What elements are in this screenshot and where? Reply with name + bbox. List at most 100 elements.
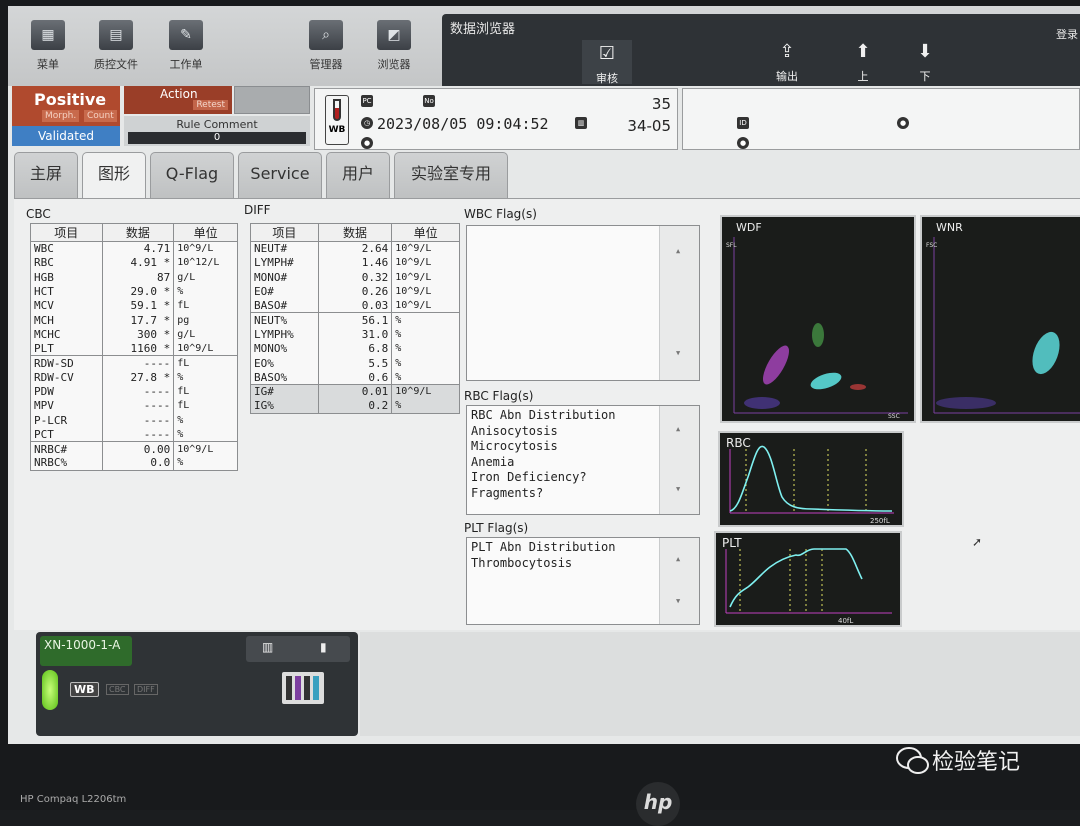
validated-badge: Validated — [12, 126, 120, 146]
scroll-up-icon[interactable]: ▲ — [676, 244, 680, 260]
wnr-label: WNR — [936, 221, 963, 234]
diff-unit: % — [391, 398, 460, 414]
worklist-button[interactable]: ✎ 工作单 — [156, 20, 216, 72]
cbc-value: 27.8 * — [101, 370, 175, 385]
cbc-value-text: ---- — [143, 356, 171, 370]
cbc-value-text: 17.7 — [130, 313, 157, 327]
sample-datetime: 2023/08/05 09:04:52 — [377, 115, 549, 133]
rule-comment-box[interactable]: Rule Comment 0 — [124, 116, 310, 146]
wnr-scattergram[interactable]: WNR FSC — [920, 215, 1080, 423]
toolbar: ▦ 菜单 ▤ 质控文件 ✎ 工作单 ⌕ 管理器 ◩ 浏览器 数据浏览器 登录 ☑… — [8, 6, 1080, 86]
cbc-unit: fL — [173, 398, 238, 414]
diff-item: EO# — [250, 284, 319, 299]
rack-icon: ▥ — [575, 117, 587, 129]
cbc-row: PLT 1160 * 10^9/L — [30, 341, 238, 356]
morph-badge: Morph. — [42, 110, 80, 122]
login-button[interactable]: 登录 — [1056, 26, 1078, 42]
rbc-histogram[interactable]: RBC 250fL — [718, 431, 904, 527]
cbc-value: 17.7 * — [101, 312, 175, 328]
flag-item: Thrombocytosis — [471, 555, 573, 570]
tab-lab-only[interactable]: 实验室专用 — [394, 152, 508, 198]
rbc-hist-label: RBC — [726, 436, 751, 450]
tab-graph[interactable]: 图形 — [82, 152, 146, 198]
cbc-value-text: ---- — [143, 385, 171, 399]
diff-value: 1.46 — [317, 255, 393, 271]
wdf-scattergram[interactable]: WDF SSC SFL — [720, 215, 916, 423]
cbc-value: ---- — [101, 355, 175, 371]
cbc-item: MPV — [30, 398, 103, 414]
review-button[interactable]: ☑ 审核 — [582, 40, 632, 85]
rack-icon[interactable]: ▥ — [262, 640, 273, 654]
mode-cbc-badge: CBC — [106, 684, 129, 695]
cbc-row: PCT ---- % — [30, 427, 238, 442]
cbc-item: WBC — [30, 241, 103, 256]
wbc-flags-list[interactable]: ▲ ▼ — [466, 225, 700, 381]
cbc-item: RBC — [30, 255, 103, 271]
comment-icon: ● — [737, 137, 749, 149]
cbc-value-text: 4.71 — [143, 242, 171, 256]
cbc-unit: fL — [173, 355, 238, 371]
tab-service[interactable]: Service — [238, 152, 322, 198]
blood-tube-icon — [333, 99, 341, 121]
rbc-flags-list[interactable]: ▲ ▼ RBC Abn Distribution Anisocytosis Micr… — [466, 405, 700, 515]
wbc-flags-title: WBC Flag(s) — [464, 207, 537, 221]
plt-histogram[interactable]: PLT 40fL — [714, 531, 902, 627]
wnr-plot: WNR FSC — [926, 221, 1080, 414]
cbc-value-text: ---- — [143, 427, 171, 441]
diff-value: 6.8 — [317, 341, 393, 356]
analyzer-name-badge[interactable]: XN-1000-1-A — [40, 636, 132, 666]
flag-item: Microcytosis — [471, 439, 558, 454]
plt-flags-list[interactable]: ▲ ▼ PLT Abn Distribution Thrombocytosis — [466, 537, 700, 625]
worklist-icon: ✎ — [169, 20, 203, 50]
previous-button[interactable]: ⬆ 上 — [838, 42, 888, 84]
cbc-flag-mark: * — [163, 370, 171, 384]
tube-icon[interactable]: ▮ — [320, 640, 327, 654]
menu-button[interactable]: ▦ 菜单 — [18, 20, 78, 72]
cbc-row: PDW ---- fL — [30, 384, 238, 399]
scroll-down-icon[interactable]: ▼ — [676, 594, 680, 610]
export-button[interactable]: ⇪ 输出 — [762, 42, 812, 84]
mode-wb-badge: WB — [70, 682, 99, 697]
cbc-item: MCHC — [30, 327, 103, 342]
diff-item: LYMPH% — [250, 327, 319, 342]
diff-item: NEUT% — [250, 312, 319, 328]
diff-row: LYMPH# 1.46 10^9/L — [250, 255, 460, 271]
next-button[interactable]: ⬇ 下 — [900, 42, 950, 84]
mode-diff-badge: DIFF — [134, 684, 158, 695]
diff-row: EO% 5.5% — [250, 355, 460, 371]
manager-button[interactable]: ⌕ 管理器 — [296, 20, 356, 72]
wnr-y-axis: FSC — [926, 242, 937, 249]
review-label: 审核 — [596, 72, 618, 85]
tab-user[interactable]: 用户 — [326, 152, 390, 198]
cbc-row: MCH 17.7 * pg — [30, 312, 238, 328]
analyzer-name: XN-1000-1-A — [44, 638, 121, 652]
wbc-flags-scrollbar[interactable]: ▲ ▼ — [659, 226, 699, 380]
cbc-header-item: 项目 — [30, 223, 103, 242]
scroll-down-icon[interactable]: ▼ — [676, 346, 680, 362]
diff-value: 0.03 — [317, 298, 393, 313]
cbc-row: RBC 4.91 * 10^12/L — [30, 255, 238, 271]
cbc-row: MCV 59.1 * fL — [30, 298, 238, 313]
tab-main[interactable]: 主屏 — [14, 152, 78, 198]
cbc-row: RDW-CV 27.8 *% — [30, 370, 238, 385]
wdf-plot: WDF SSC SFL — [726, 221, 908, 420]
diff-table: 项目 数据 单位 NEUT# 2.64 10^9/L LYMPH# 1.46 10^9/L… — [250, 223, 460, 414]
cbc-unit: 10^9/L — [173, 241, 238, 256]
rbc-plot: RBC 250fL — [726, 436, 894, 525]
cbc-unit: 10^12/L — [173, 255, 238, 271]
data-browser-panel: 数据浏览器 登录 ☑ 审核 ⇪ 输出 ⬆ 上 ⬇ 下 — [442, 14, 1080, 86]
manager-label: 管理器 — [309, 58, 343, 71]
cbc-value-text: 300 — [137, 327, 157, 341]
cbc-flag-mark: * — [163, 327, 171, 341]
tab-q-flag[interactable]: Q-Flag — [150, 152, 234, 198]
arrow-up-icon: ⬆ — [855, 41, 871, 62]
cbc-row: WBC 4.71 10^9/L — [30, 241, 238, 256]
cbc-item: NRBC% — [30, 455, 103, 471]
mouse-cursor-icon: ➚ — [972, 535, 983, 549]
wdf-label: WDF — [736, 221, 762, 234]
diff-value: 5.5 — [317, 355, 393, 371]
browser-button[interactable]: ◩ 浏览器 — [364, 20, 424, 72]
number-icon: No — [423, 95, 435, 107]
cbc-unit: % — [173, 370, 238, 385]
qc-file-button[interactable]: ▤ 质控文件 — [86, 20, 146, 72]
